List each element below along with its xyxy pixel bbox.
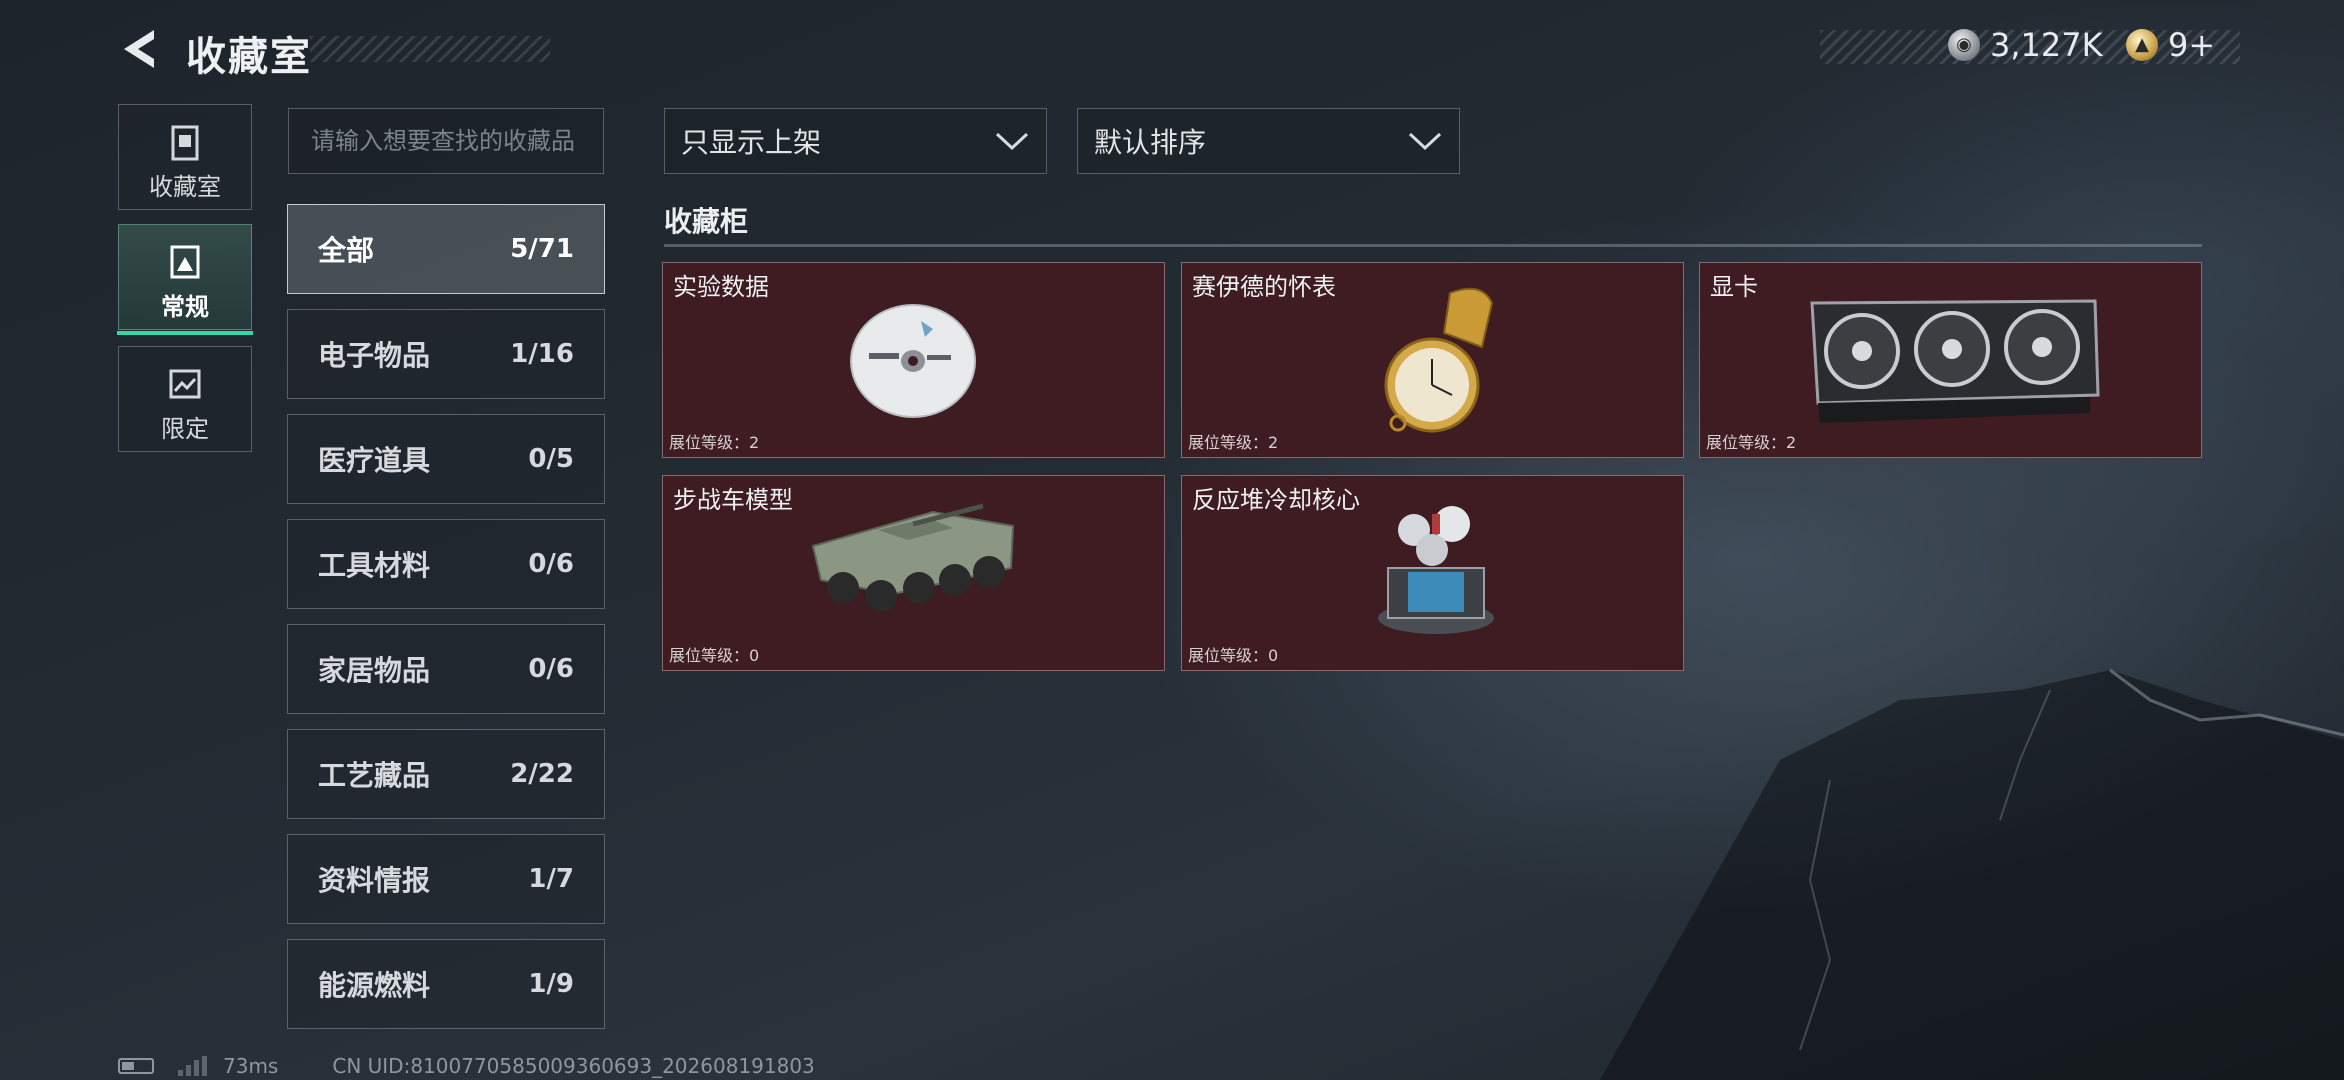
page-title: 收藏室 (186, 34, 312, 80)
category-crafts[interactable]: 工艺藏品 2/22 (287, 729, 605, 819)
category-count: 0/5 (528, 444, 574, 474)
sort-dropdown[interactable]: 默认排序 (1077, 108, 1460, 174)
item-level: 展位等级：0 (1188, 646, 1279, 665)
item-level: 展位等级：2 (1188, 433, 1279, 452)
section-divider (664, 244, 2202, 247)
search-input[interactable] (289, 109, 603, 173)
category-count: 1/9 (528, 969, 574, 999)
category-household[interactable]: 家居物品 0/6 (287, 624, 605, 714)
chevron-down-icon (995, 132, 1029, 151)
category-name: 工艺藏品 (318, 759, 431, 792)
category-name: 资料情报 (318, 864, 431, 897)
side-tab-label: 常规 (161, 293, 209, 321)
side-tab-label: 限定 (161, 415, 209, 443)
category-count: 5/71 (510, 234, 574, 264)
category-name: 能源燃料 (318, 969, 431, 1002)
gold-coin-icon: ▲ (2126, 29, 2158, 61)
side-tab-collection-room[interactable]: 收藏室 (118, 104, 252, 210)
item-name: 步战车模型 (673, 486, 793, 514)
collection-card-reactor-core[interactable]: 反应堆冷却核心 展位等级：0 (1181, 475, 1684, 671)
currency-gold-amount: 9+ (2168, 26, 2216, 64)
collection-card-pocket-watch[interactable]: 赛伊德的怀表 展位等级：2 (1181, 262, 1684, 458)
limited-collection-icon (119, 365, 251, 405)
battery-icon (118, 1058, 154, 1074)
uid-text: CN UID:8100770585009360693_202608191803 (332, 1054, 815, 1078)
back-arrow-icon[interactable] (114, 26, 164, 72)
section-title: 收藏柜 (664, 205, 749, 238)
category-name: 工具材料 (318, 549, 431, 582)
collection-room-icon (119, 123, 251, 163)
status-bar: 73ms CN UID:8100770585009360693_20260819… (118, 1054, 815, 1078)
category-name: 电子物品 (318, 339, 431, 372)
currency-silver-amount: 3,127K (1990, 26, 2103, 64)
side-tab-label: 收藏室 (149, 173, 221, 201)
item-level: 展位等级：2 (669, 433, 760, 452)
category-name: 全部 (318, 234, 375, 267)
regular-collection-icon (119, 243, 251, 283)
collection-card-ifv-model[interactable]: 步战车模型 展位等级：0 (662, 475, 1165, 671)
dropdown-value: 默认排序 (1094, 126, 1207, 159)
category-count: 0/6 (528, 654, 574, 684)
category-all[interactable]: 全部 5/71 (287, 204, 605, 294)
side-tab-regular[interactable]: 常规 (117, 224, 253, 335)
currency-gold[interactable]: ▲ 9+ (2126, 26, 2215, 64)
currency-silver[interactable]: ◉ 3,127K (1948, 26, 2103, 64)
category-count: 1/16 (510, 339, 574, 369)
category-electronics[interactable]: 电子物品 1/16 (287, 309, 605, 399)
item-name: 显卡 (1710, 273, 1758, 301)
category-name: 医疗道具 (318, 444, 431, 477)
side-tab-limited[interactable]: 限定 (118, 346, 252, 452)
category-medical[interactable]: 医疗道具 0/5 (287, 414, 605, 504)
collection-card-experiment-data[interactable]: 实验数据 展位等级：2 (662, 262, 1165, 458)
category-count: 2/22 (510, 759, 574, 789)
chevron-down-icon (1408, 132, 1442, 151)
title-decoration (310, 36, 550, 62)
collection-card-graphics-card[interactable]: 显卡 展位等级：2 (1699, 262, 2202, 458)
category-tools[interactable]: 工具材料 0/6 (287, 519, 605, 609)
category-intel[interactable]: 资料情报 1/7 (287, 834, 605, 924)
search-box[interactable] (288, 108, 604, 174)
silver-coin-icon: ◉ (1948, 29, 1980, 61)
ping-value: 73ms (223, 1054, 279, 1078)
category-count: 1/7 (528, 864, 574, 894)
signal-icon (178, 1056, 207, 1076)
item-level: 展位等级：0 (669, 646, 760, 665)
item-name: 反应堆冷却核心 (1192, 486, 1360, 514)
item-name: 赛伊德的怀表 (1192, 273, 1336, 301)
display-filter-dropdown[interactable]: 只显示上架 (664, 108, 1047, 174)
category-energy[interactable]: 能源燃料 1/9 (287, 939, 605, 1029)
category-count: 0/6 (528, 549, 574, 579)
item-name: 实验数据 (673, 273, 769, 301)
category-name: 家居物品 (318, 654, 431, 687)
dropdown-value: 只显示上架 (681, 126, 822, 159)
item-level: 展位等级：2 (1706, 433, 1797, 452)
